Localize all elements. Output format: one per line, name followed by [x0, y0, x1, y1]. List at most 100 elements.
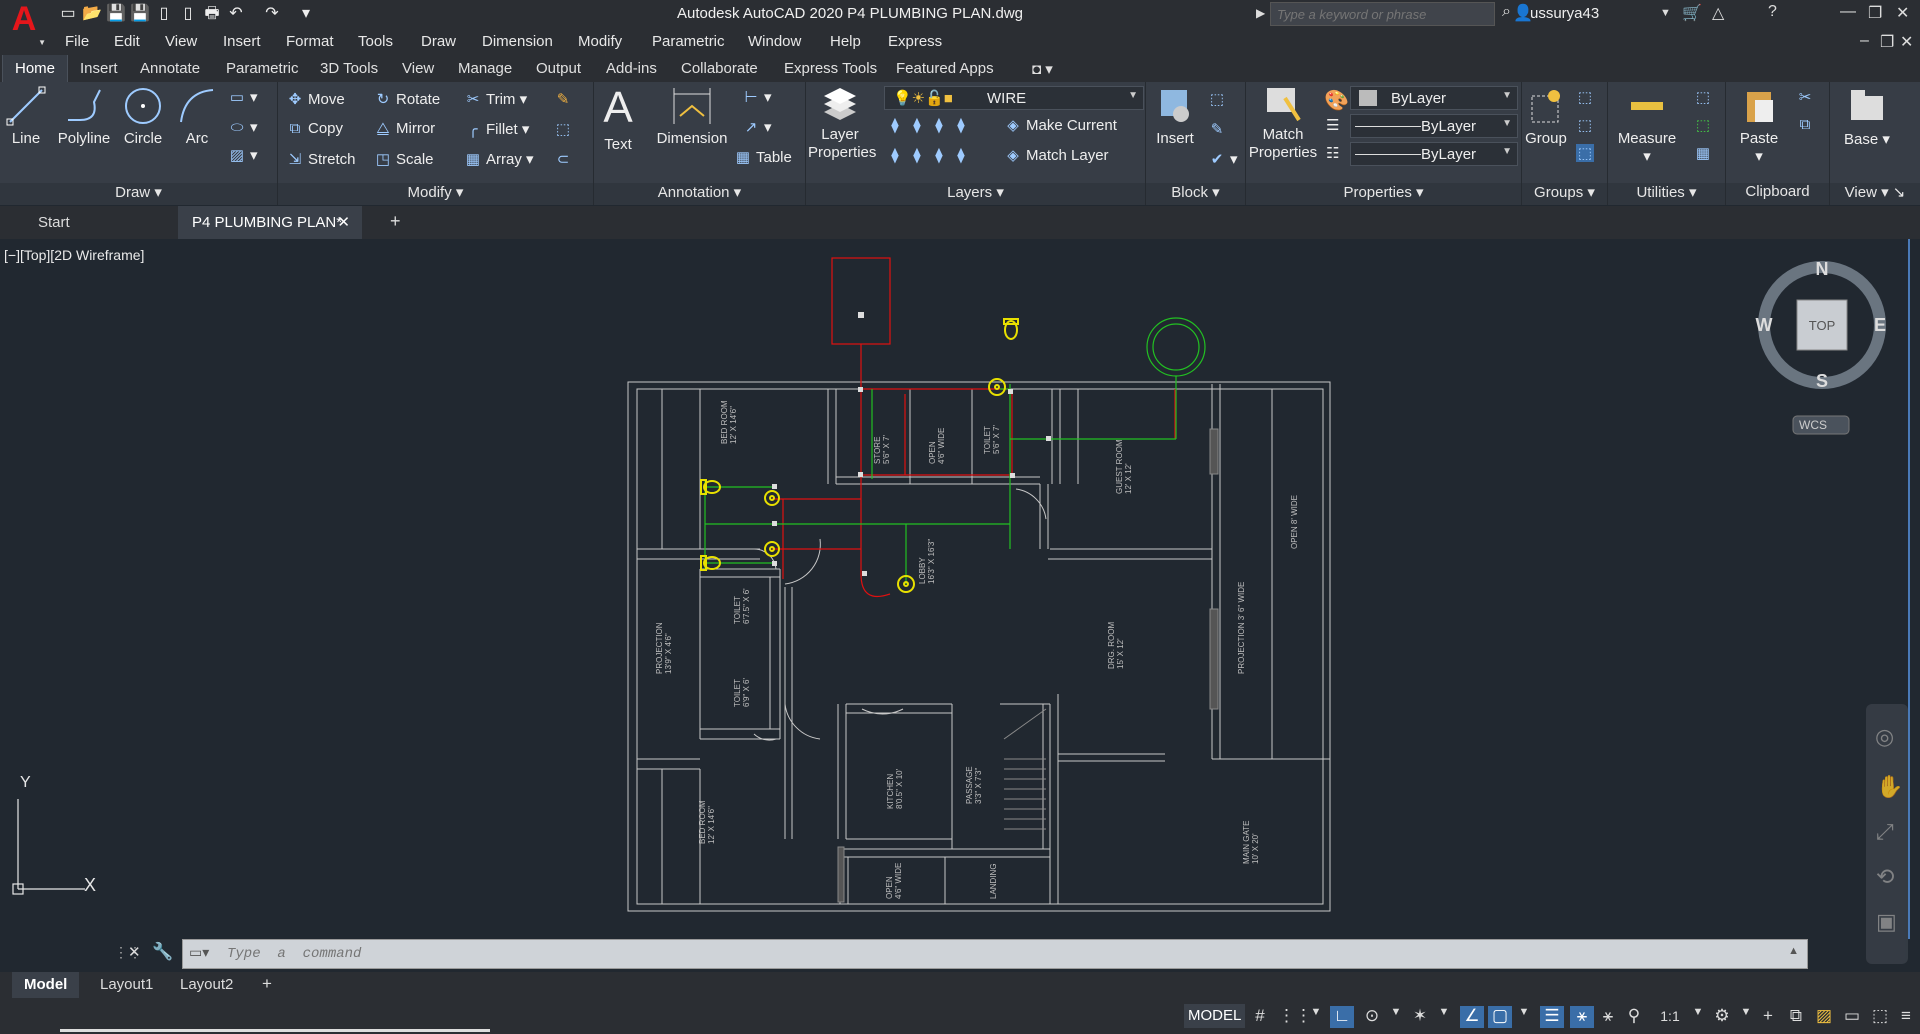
- polar-dropdown-icon[interactable]: ▼: [1384, 1006, 1408, 1028]
- tab-view[interactable]: View: [402, 60, 434, 77]
- match-layer-button[interactable]: ◈ Match Layer: [1004, 146, 1108, 164]
- group-edit-icon[interactable]: ⬚: [1576, 116, 1598, 134]
- help-icon[interactable]: ?: [1768, 3, 1777, 21]
- units-icon[interactable]: ⧉: [1784, 1006, 1808, 1028]
- doc-restore-icon[interactable]: ❐: [1880, 32, 1894, 52]
- modify-panel-title[interactable]: Modify ▾: [278, 183, 593, 205]
- scale-dropdown-icon[interactable]: ▼: [1686, 1006, 1710, 1028]
- arc-button[interactable]: Arc: [174, 86, 220, 147]
- dimension-button[interactable]: Dimension: [650, 86, 734, 147]
- ortho-icon[interactable]: ∟: [1330, 1006, 1354, 1028]
- tab-3d-tools[interactable]: 3D Tools: [320, 60, 378, 77]
- object-snap-icon[interactable]: ▢: [1488, 1006, 1512, 1028]
- lineweight-dropdown[interactable]: ByLayer ▼: [1350, 142, 1518, 166]
- tab-annotate[interactable]: Annotate: [140, 60, 200, 77]
- menu-parametric[interactable]: Parametric: [652, 33, 725, 50]
- tab-layout2[interactable]: Layout2: [168, 972, 245, 998]
- menu-format[interactable]: Format: [286, 33, 334, 50]
- annotation-scale-icon[interactable]: ⚲: [1622, 1006, 1646, 1028]
- color-wheel-icon[interactable]: 🎨: [1324, 88, 1349, 113]
- annotation-panel-title[interactable]: Annotation ▾: [594, 183, 805, 205]
- ungroup-icon[interactable]: ⬚: [1576, 88, 1598, 106]
- menu-file[interactable]: File: [65, 33, 89, 50]
- layer-properties-button[interactable]: Layer Properties: [808, 86, 876, 162]
- array-button[interactable]: ▦ Array ▾: [464, 150, 534, 168]
- clipboard-panel-title[interactable]: Clipboard: [1726, 183, 1829, 205]
- menu-dimension[interactable]: Dimension: [482, 33, 553, 50]
- tab-model[interactable]: Model: [12, 972, 80, 998]
- tab-insert[interactable]: Insert: [80, 60, 118, 77]
- doc-close-icon[interactable]: ✕: [1900, 32, 1913, 52]
- snap-icon[interactable]: ⋮⋮: [1278, 1006, 1312, 1028]
- snap-dropdown-icon[interactable]: ▼: [1304, 1006, 1328, 1028]
- hatch-icon[interactable]: ▨ ▾: [228, 146, 258, 164]
- menu-modify[interactable]: Modify: [578, 33, 622, 50]
- isodraft-dropdown-icon[interactable]: ▼: [1432, 1006, 1456, 1028]
- text-button[interactable]: A Text: [600, 84, 636, 154]
- auto-scale-icon[interactable]: ⚹: [1596, 1006, 1620, 1028]
- table-button[interactable]: ▦ Table: [734, 148, 792, 166]
- measure-button[interactable]: Measure ▾: [1612, 86, 1682, 165]
- menu-window[interactable]: Window: [748, 33, 801, 50]
- polar-icon[interactable]: ⊙: [1360, 1006, 1384, 1028]
- copy-button[interactable]: ⧉ Copy: [286, 120, 343, 137]
- draw-panel-title[interactable]: Draw ▾: [0, 183, 277, 205]
- ribbon-minimize-icon[interactable]: ◘ ▾: [1032, 60, 1053, 78]
- user-name[interactable]: ussurya43: [1530, 5, 1599, 22]
- attribute-icon[interactable]: ✔ ▾: [1208, 150, 1238, 168]
- view-panel-title[interactable]: View ▾ ↘: [1830, 183, 1920, 205]
- cut-icon[interactable]: ✂: [1796, 88, 1818, 106]
- stretch-button[interactable]: ⇲ Stretch: [286, 150, 356, 168]
- lineweight-toggle-icon[interactable]: ☰: [1540, 1006, 1564, 1028]
- tab-layout1[interactable]: Layout1: [88, 972, 165, 998]
- insert-button[interactable]: Insert: [1150, 86, 1200, 147]
- menu-express[interactable]: Express: [888, 33, 942, 50]
- move-button[interactable]: ✥ Move: [286, 90, 345, 108]
- viewport-scrollbar[interactable]: [1908, 239, 1910, 939]
- tab-start[interactable]: Start: [24, 206, 174, 239]
- command-input[interactable]: [227, 944, 1727, 964]
- layer-dropdown[interactable]: 💡☀🔓■ WIRE ▼: [884, 86, 1144, 110]
- doc-minimize-icon[interactable]: –: [1860, 32, 1869, 50]
- mirror-button[interactable]: ⧋ Mirror: [374, 120, 435, 137]
- tab-home[interactable]: Home: [2, 55, 69, 82]
- new-tab-icon[interactable]: +: [376, 206, 415, 239]
- layer-tools-row2[interactable]: ⧫ ⧫ ⧫ ⧫: [886, 146, 974, 164]
- menu-insert[interactable]: Insert: [223, 33, 261, 50]
- grid-icon[interactable]: #: [1248, 1006, 1272, 1028]
- tab-manage[interactable]: Manage: [458, 60, 512, 77]
- tab-add-ins[interactable]: Add-ins: [606, 60, 657, 77]
- fillet-button[interactable]: ╭ Fillet ▾: [464, 120, 529, 138]
- open-web-icon[interactable]: ▯: [154, 4, 174, 24]
- trim-button[interactable]: ✂ Trim ▾: [464, 90, 527, 108]
- tab-express-tools[interactable]: Express Tools: [784, 60, 877, 77]
- customization-menu-icon[interactable]: ≡: [1894, 1006, 1918, 1028]
- cart-icon[interactable]: 🛒: [1682, 3, 1702, 23]
- tab-parametric[interactable]: Parametric: [226, 60, 299, 77]
- close-tab-icon[interactable]: ✕: [337, 213, 350, 231]
- menu-tools[interactable]: Tools: [358, 33, 393, 50]
- tab-output[interactable]: Output: [536, 60, 581, 77]
- search-input[interactable]: [1270, 2, 1495, 26]
- isodraft-icon[interactable]: ✶: [1408, 1006, 1432, 1028]
- save-as-icon[interactable]: 💾: [130, 4, 150, 24]
- customize-quick-access-icon[interactable]: ▾: [296, 4, 316, 24]
- plot-icon[interactable]: 🖶: [202, 4, 222, 24]
- open-file-icon[interactable]: 📂: [82, 4, 102, 24]
- layer-tools-row1[interactable]: ⧫ ⧫ ⧫ ⧫: [886, 116, 974, 134]
- workspace-gear-icon[interactable]: ⚙: [1710, 1006, 1734, 1028]
- linear-dim-icon[interactable]: ⊢ ▾: [742, 88, 771, 106]
- calculator-icon[interactable]: ▦: [1694, 144, 1716, 162]
- new-layout-icon[interactable]: +: [250, 972, 284, 998]
- group-button[interactable]: Group: [1524, 86, 1568, 147]
- viewcube[interactable]: TOP N S E W WCS: [1756, 259, 1887, 435]
- restore-icon[interactable]: ❐: [1868, 3, 1882, 23]
- select-all-icon[interactable]: ⬚: [1694, 116, 1716, 134]
- application-menu-button[interactable]: A ▼: [0, 0, 48, 47]
- drawing-viewport[interactable]: [−][Top][2D Wireframe] BED ROOM12' X 14'…: [0, 239, 1910, 964]
- save-web-icon[interactable]: ▯: [178, 4, 198, 24]
- pan-icon[interactable]: ✋: [1876, 774, 1903, 800]
- rectangle-icon[interactable]: ▭ ▾: [228, 88, 258, 106]
- minimize-icon[interactable]: —: [1840, 3, 1856, 21]
- a360-icon[interactable]: △: [1712, 3, 1724, 23]
